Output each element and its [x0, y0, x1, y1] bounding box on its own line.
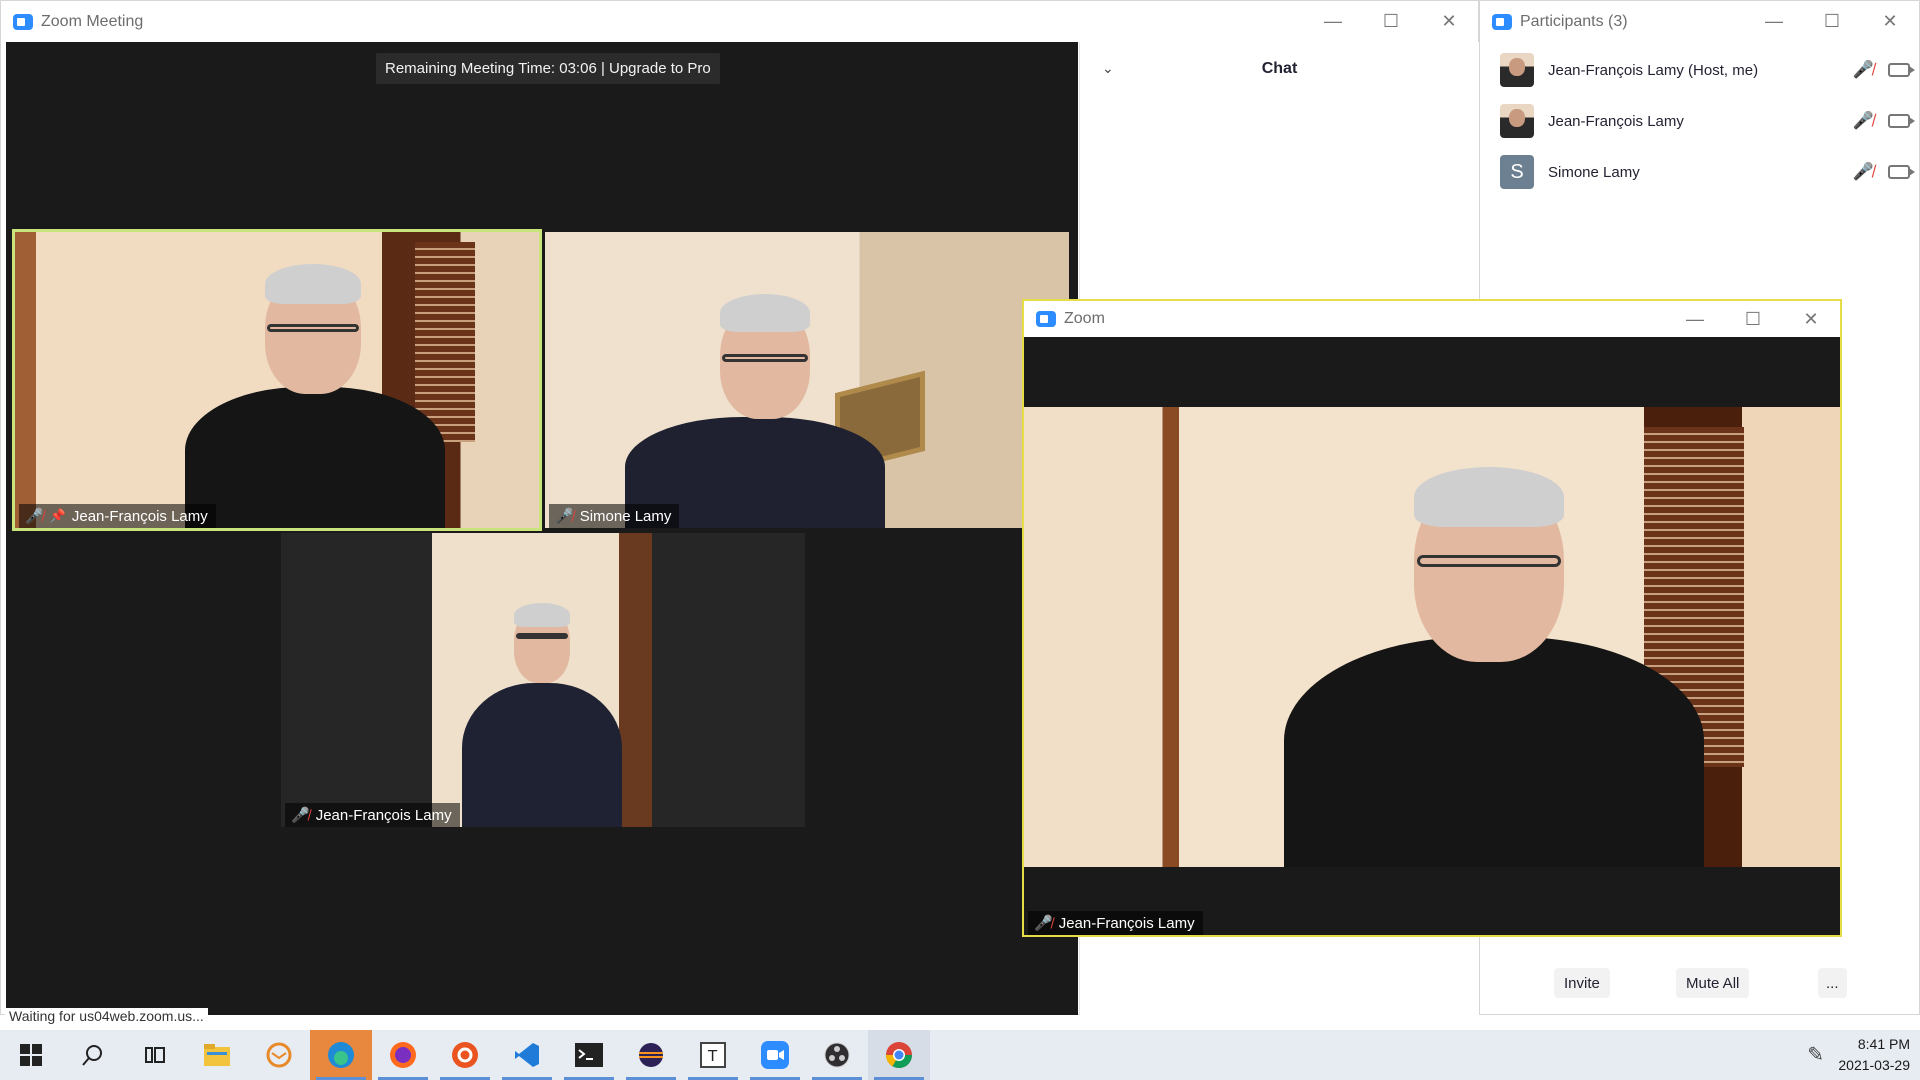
minimize-button[interactable]: — — [1745, 1, 1803, 42]
video-nametag: 🎤̸ Jean-François Lamy — [285, 803, 460, 827]
participant-name: Jean-François Lamy — [315, 806, 452, 824]
firefox-icon[interactable] — [372, 1030, 434, 1080]
video-tile-simone[interactable]: 🎤̸ Simone Lamy — [545, 232, 1069, 528]
main-title-bar[interactable]: Zoom Meeting — ☐ ✕ — [1, 1, 1478, 42]
participants-title-bar[interactable]: Participants (3) — ☐ ✕ — [1480, 1, 1919, 42]
gallery-view: Remaining Meeting Time: 03:06 | Upgrade … — [6, 42, 1078, 1015]
invite-button[interactable]: Invite — [1554, 968, 1610, 998]
participant-row[interactable]: Jean-François Lamy (Host, me) 🎤̸ — [1500, 50, 1915, 90]
window-title: Zoom Meeting — [41, 12, 144, 30]
system-clock[interactable]: 8:41 PM 2021-03-29 — [1838, 1034, 1910, 1076]
video-feed — [432, 533, 652, 827]
mic-muted-icon[interactable]: 🎤̸ — [1853, 111, 1874, 131]
more-options-button[interactable]: ... — [1818, 968, 1847, 998]
video-nametag: 🎤̸ Simone Lamy — [549, 504, 680, 528]
video-camera-icon[interactable] — [1888, 63, 1915, 77]
pin-icon: 📌 — [49, 508, 66, 523]
video-camera-icon[interactable] — [1888, 114, 1915, 128]
close-button[interactable]: ✕ — [1420, 1, 1478, 42]
windows-taskbar: T ✎ 8:41 PM 2021-03-29 — [0, 1030, 1920, 1080]
search-icon[interactable] — [62, 1030, 124, 1080]
participant-video — [462, 603, 622, 827]
close-button[interactable]: ✕ — [1861, 1, 1919, 42]
pen-workspace-icon[interactable]: ✎ — [1807, 1042, 1824, 1067]
maximize-button[interactable]: ☐ — [1362, 1, 1420, 42]
svg-text:T: T — [707, 1047, 718, 1065]
clock-time: 8:41 PM — [1857, 1036, 1910, 1052]
participant-video — [185, 252, 445, 528]
mic-muted-icon[interactable]: 🎤̸ — [1853, 60, 1874, 80]
zoom-icon[interactable] — [744, 1030, 806, 1080]
popout-title-bar[interactable]: Zoom — ☐ ✕ — [1024, 301, 1840, 337]
video-camera-icon[interactable] — [1888, 165, 1915, 179]
participant-name: Jean-François Lamy — [1548, 112, 1684, 130]
eclipse-icon[interactable] — [620, 1030, 682, 1080]
participant-name: Jean-François Lamy (Host, me) — [1548, 61, 1759, 79]
window-title: Participants (3) — [1520, 12, 1628, 30]
avatar — [1500, 104, 1534, 138]
participant-name: Simone Lamy — [1548, 163, 1640, 181]
windows-start-icon[interactable] — [0, 1030, 62, 1080]
clock-date: 2021-03-29 — [1838, 1057, 1910, 1073]
mic-muted-icon[interactable]: 🎤̸ — [1853, 162, 1874, 182]
window-title: Zoom — [1064, 310, 1105, 327]
browser-status-text: Waiting for us04web.zoom.us... — [5, 1008, 208, 1024]
mic-muted-icon: 🎤̸ — [555, 508, 574, 525]
participant-name: Simone Lamy — [579, 507, 672, 525]
obs-icon[interactable] — [806, 1030, 868, 1080]
zoom-logo-icon — [1492, 13, 1512, 30]
typora-icon[interactable]: T — [682, 1030, 744, 1080]
maximize-button[interactable]: ☐ — [1803, 1, 1861, 42]
participant-name: Jean-François Lamy — [1058, 914, 1195, 932]
terminal-icon[interactable] — [558, 1030, 620, 1080]
zoom-popout-window: Zoom — ☐ ✕ 🎤̸ Jean-François Lamy — [1022, 299, 1842, 937]
window-controls: — ☐ ✕ — [1745, 1, 1919, 42]
window-controls: — ☐ ✕ — [1666, 301, 1840, 337]
video-tile-jf-2[interactable]: 🎤̸ Jean-François Lamy — [281, 533, 805, 827]
participant-name: Jean-François Lamy — [71, 507, 208, 525]
video-nametag: 🎤̸ 📌 Jean-François Lamy — [19, 504, 216, 528]
close-button[interactable]: ✕ — [1782, 301, 1840, 337]
video-tile-jf-1[interactable]: 🎤̸ 📌 Jean-François Lamy — [12, 229, 542, 531]
chat-title: Chat — [1261, 60, 1298, 77]
ubuntu-icon[interactable] — [434, 1030, 496, 1080]
participant-row[interactable]: Jean-François Lamy 🎤̸ — [1500, 101, 1915, 141]
mic-muted-icon: 🎤̸ — [25, 508, 44, 525]
avatar: S — [1500, 155, 1534, 189]
participant-video — [625, 272, 885, 528]
video-nametag: 🎤̸ Jean-François Lamy — [1028, 911, 1203, 935]
maximize-button[interactable]: ☐ — [1724, 301, 1782, 337]
task-view-icon[interactable] — [124, 1030, 186, 1080]
avatar — [1500, 53, 1534, 87]
zoom-logo-icon — [13, 13, 33, 30]
popout-video[interactable] — [1024, 407, 1840, 867]
participant-video — [1284, 437, 1704, 867]
participant-row[interactable]: S Simone Lamy 🎤̸ — [1500, 152, 1915, 192]
file-explorer-icon[interactable] — [186, 1030, 248, 1080]
edge-icon[interactable] — [310, 1030, 372, 1080]
vscode-icon[interactable] — [496, 1030, 558, 1080]
thunderbird-icon[interactable] — [248, 1030, 310, 1080]
mic-muted-icon: 🎤̸ — [291, 807, 310, 824]
mic-muted-icon: 🎤̸ — [1034, 915, 1053, 932]
chrome-icon[interactable] — [868, 1030, 930, 1080]
window-controls: — ☐ ✕ — [1304, 1, 1478, 42]
zoom-logo-icon — [1036, 311, 1056, 327]
remaining-time-banner[interactable]: Remaining Meeting Time: 03:06 | Upgrade … — [376, 53, 720, 84]
minimize-button[interactable]: — — [1666, 301, 1724, 337]
mute-all-button[interactable]: Mute All — [1676, 968, 1750, 998]
minimize-button[interactable]: — — [1304, 1, 1362, 42]
